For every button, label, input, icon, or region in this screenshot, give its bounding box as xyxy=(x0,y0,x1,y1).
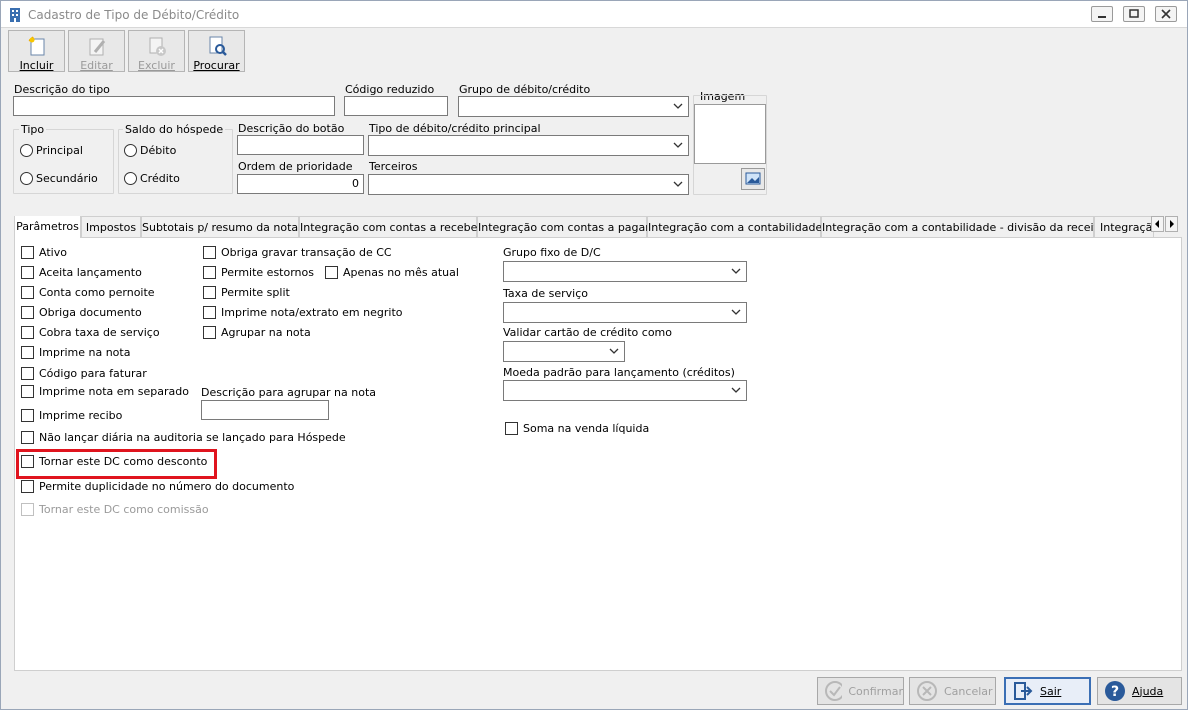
cobra-taxa-servico-checkbox[interactable]: Cobra taxa de serviço xyxy=(21,326,160,339)
tab-contabilidade[interactable]: Integração com a contabilidade xyxy=(647,216,822,238)
tab-parametros[interactable]: Parâmetros xyxy=(14,216,81,238)
codigo-reduzido-label: Código reduzido xyxy=(345,83,435,96)
chevron-down-icon xyxy=(731,385,741,398)
title-bar: Cadastro de Tipo de Débito/Crédito xyxy=(1,1,1187,28)
main-window: Cadastro de Tipo de Débito/Crédito Inclu… xyxy=(0,0,1188,710)
grupo-select[interactable] xyxy=(458,96,689,117)
moeda-padrao-label: Moeda padrão para lançamento (créditos) xyxy=(503,366,735,379)
cancelar-button[interactable]: Cancelar xyxy=(909,677,996,705)
tab-scroll-left-button[interactable] xyxy=(1151,216,1164,232)
permite-duplicidade-checkbox[interactable]: Permite duplicidade no número do documen… xyxy=(21,480,294,493)
descricao-agrupar-input[interactable] xyxy=(201,400,329,420)
chevron-down-icon xyxy=(731,266,741,279)
descricao-tipo-input[interactable] xyxy=(13,96,335,116)
ordem-prioridade-input[interactable]: 0 xyxy=(237,174,364,194)
aceita-lancamento-checkbox[interactable]: Aceita lançamento xyxy=(21,266,142,279)
moeda-padrao-select[interactable] xyxy=(503,380,747,401)
procurar-button[interactable]: Procurar xyxy=(188,30,245,72)
excluir-button[interactable]: Excluir xyxy=(128,30,185,72)
tipo-principal-select[interactable] xyxy=(368,135,689,156)
terceiros-select[interactable] xyxy=(368,174,689,195)
minimize-button[interactable] xyxy=(1091,6,1113,22)
descricao-agrupar-label: Descrição para agrupar na nota xyxy=(201,386,377,399)
descricao-botao-input[interactable] xyxy=(237,135,364,155)
chevron-down-icon xyxy=(609,346,619,359)
arrow-left-icon xyxy=(1155,220,1159,228)
grupo-fixo-label: Grupo fixo de D/C xyxy=(503,246,601,259)
imprime-negrito-checkbox[interactable]: Imprime nota/extrato em negrito xyxy=(203,306,402,319)
descricao-tipo-label: Descrição do tipo xyxy=(14,83,110,96)
grupo-fixo-select[interactable] xyxy=(503,261,747,282)
tab-impostos[interactable]: Impostos xyxy=(81,216,141,238)
tab-subtotais[interactable]: Subtotais p/ resumo da nota xyxy=(141,216,299,238)
validar-cartao-select[interactable] xyxy=(503,341,625,362)
delete-document-icon xyxy=(146,35,168,57)
edit-document-icon xyxy=(86,35,108,57)
codigo-reduzido-input[interactable] xyxy=(344,96,448,116)
window-title: Cadastro de Tipo de Débito/Crédito xyxy=(28,8,240,22)
saldo-debito-radio[interactable]: Débito xyxy=(124,144,176,157)
chevron-down-icon xyxy=(673,101,683,114)
confirmar-button[interactable]: Confirmar xyxy=(817,677,904,705)
image-preview[interactable] xyxy=(694,104,766,164)
apenas-mes-atual-checkbox[interactable]: Apenas no mês atual xyxy=(325,266,459,279)
help-icon: ? xyxy=(1105,681,1125,701)
editar-button[interactable]: Editar xyxy=(68,30,125,72)
grupo-label: Grupo de débito/crédito xyxy=(459,83,591,96)
tab-contas-receber[interactable]: Integração com contas a receber xyxy=(299,216,482,238)
check-icon xyxy=(825,681,843,701)
validar-cartao-label: Validar cartão de crédito como xyxy=(503,326,673,339)
chevron-down-icon xyxy=(731,307,741,320)
imprime-recibo-checkbox[interactable]: Imprime recibo xyxy=(21,409,122,422)
saldo-group-label: Saldo do hóspede xyxy=(123,123,226,136)
taxa-servico-select[interactable] xyxy=(503,302,747,323)
imprime-na-nota-checkbox[interactable]: Imprime na nota xyxy=(21,346,130,359)
agrupar-nota-checkbox[interactable]: Agrupar na nota xyxy=(203,326,311,339)
terceiros-label: Terceiros xyxy=(369,160,418,173)
load-image-button[interactable] xyxy=(741,168,765,190)
tipo-group-label: Tipo xyxy=(19,123,47,136)
tab-contabilidade-divisao[interactable]: Integração com a contabilidade - divisão… xyxy=(821,216,1105,238)
tab-scroll-right-button[interactable] xyxy=(1165,216,1178,232)
close-button[interactable] xyxy=(1155,6,1177,22)
chevron-down-icon xyxy=(673,140,683,153)
descricao-botao-label: Descrição do botão xyxy=(238,122,345,135)
conta-pernoite-checkbox[interactable]: Conta como pernoite xyxy=(21,286,155,299)
codigo-faturar-checkbox[interactable]: Código para faturar xyxy=(21,367,147,380)
app-icon xyxy=(9,8,21,25)
highlight-box xyxy=(16,449,217,479)
permite-estornos-checkbox[interactable]: Permite estornos xyxy=(203,266,314,279)
nao-lancar-diaria-checkbox[interactable]: Não lançar diária na auditoria se lançad… xyxy=(21,431,346,444)
tab-bar: Parâmetros Impostos Subtotais p/ resumo … xyxy=(14,216,1182,238)
maximize-button[interactable] xyxy=(1123,6,1145,22)
permite-split-checkbox[interactable]: Permite split xyxy=(203,286,290,299)
svg-text:?: ? xyxy=(1111,684,1119,700)
imprime-nota-separado-checkbox[interactable]: Imprime nota em separado xyxy=(21,385,189,398)
tipo-principal-label: Tipo de débito/crédito principal xyxy=(369,122,541,135)
tipo-secundario-radio[interactable]: Secundário xyxy=(20,172,98,185)
new-document-icon xyxy=(26,35,48,57)
picture-icon xyxy=(745,172,761,185)
sair-button[interactable]: Sair xyxy=(1004,677,1091,705)
saldo-credito-radio[interactable]: Crédito xyxy=(124,172,180,185)
exit-door-icon xyxy=(1014,682,1033,700)
search-document-icon xyxy=(206,35,228,57)
arrow-right-icon xyxy=(1170,220,1174,228)
cancel-icon xyxy=(917,681,937,701)
ordem-prioridade-label: Ordem de prioridade xyxy=(238,160,353,173)
taxa-servico-label: Taxa de serviço xyxy=(503,287,588,300)
obriga-documento-checkbox[interactable]: Obriga documento xyxy=(21,306,142,319)
chevron-down-icon xyxy=(673,179,683,192)
obriga-transacao-cc-checkbox[interactable]: Obriga gravar transação de CC xyxy=(203,246,392,259)
tab-contas-pagar[interactable]: Integração com contas a pagar xyxy=(477,216,650,238)
incluir-button[interactable]: Incluir xyxy=(8,30,65,72)
tipo-principal-radio[interactable]: Principal xyxy=(20,144,83,157)
ajuda-button[interactable]: ? Ajuda xyxy=(1097,677,1182,705)
tab-integracao-more[interactable]: Integraçã xyxy=(1094,216,1154,238)
soma-venda-liquida-checkbox[interactable]: Soma na venda líquida xyxy=(505,422,649,435)
tornar-comissao-checkbox[interactable]: Tornar este DC como comissão xyxy=(21,503,209,516)
ativo-checkbox[interactable]: Ativo xyxy=(21,246,67,259)
